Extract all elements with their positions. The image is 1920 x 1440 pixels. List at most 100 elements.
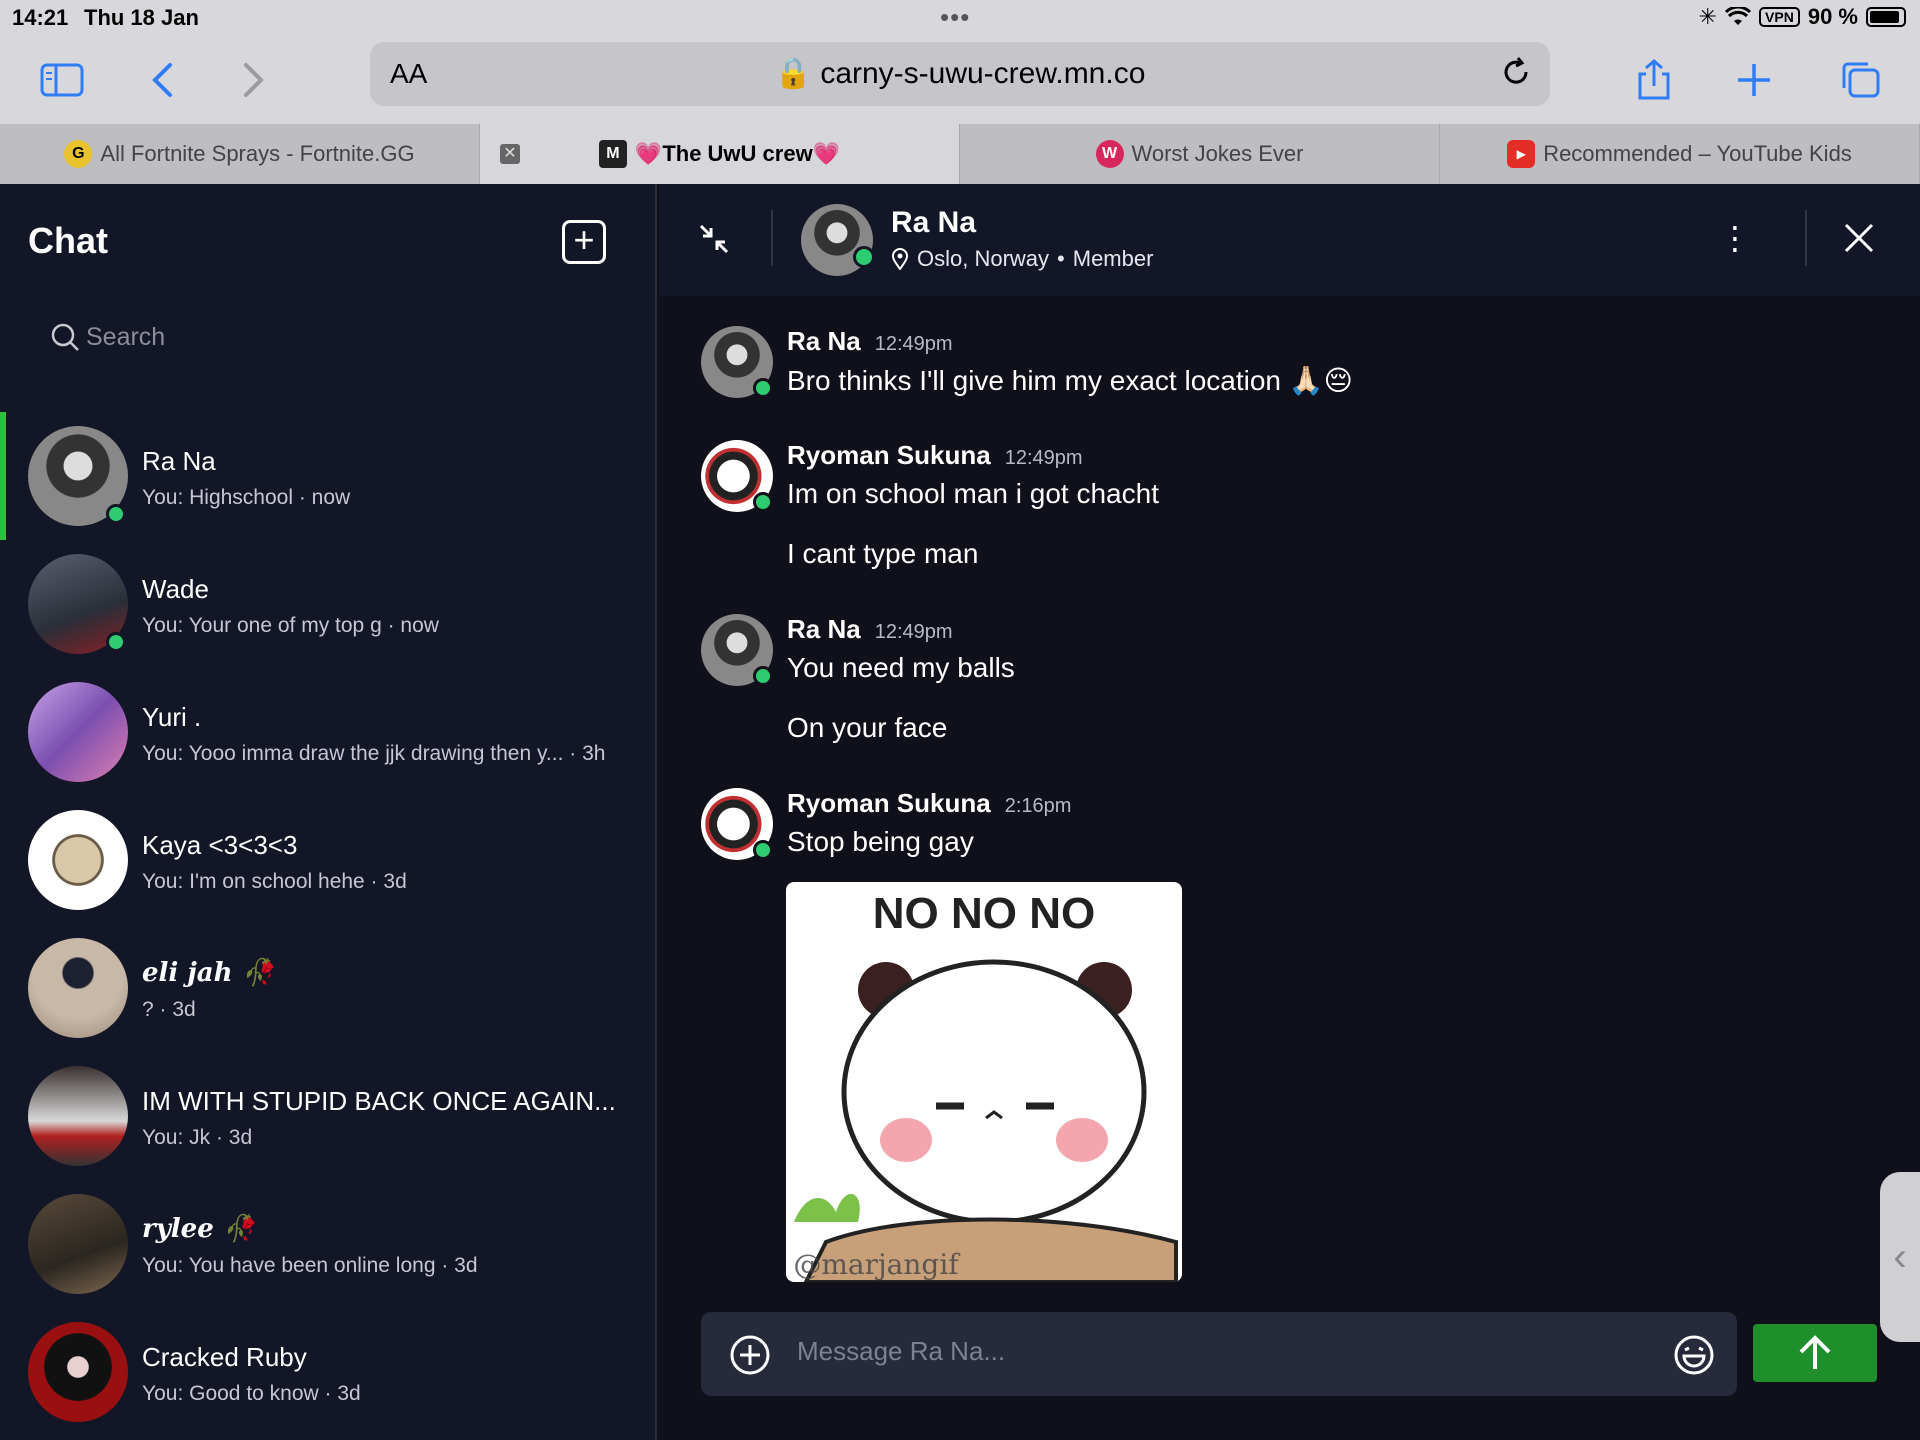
avatar	[28, 938, 128, 1038]
send-button[interactable]	[1753, 1324, 1877, 1382]
conversation-preview: You: Your one of my top g · now	[142, 614, 439, 637]
tab-youtube-kids[interactable]: ▶ Recommended – YouTube Kids	[1440, 124, 1920, 184]
new-chat-button[interactable]: +	[562, 220, 606, 264]
chat-sidebar: Chat + Search Ra Na You: Highschool · no…	[0, 184, 657, 1440]
conversation-name: Ra Na	[142, 446, 216, 476]
avatar	[28, 810, 128, 910]
message-text: Im on school man i got chacht	[787, 478, 1159, 509]
conversation-name: Kaya <3<3<3	[142, 830, 298, 860]
youtube-icon: ▶	[1507, 140, 1536, 168]
tab-fortnite[interactable]: G All Fortnite Sprays - Fortnite.GG	[0, 124, 480, 184]
message-text: You need my balls	[787, 652, 1015, 683]
search-placeholder: Search	[86, 322, 166, 351]
sidebar-toggle-icon[interactable]	[36, 54, 88, 106]
share-icon[interactable]	[1628, 54, 1680, 106]
conversation-preview: You: Good to know · 3d	[142, 1382, 361, 1405]
status-date: Thu 18 Jan	[84, 5, 199, 30]
message-time: 12:49pm	[1004, 447, 1083, 469]
chat-partner-name[interactable]: Ra Na	[891, 206, 976, 240]
conversation-item[interactable]: Yuri . You: Yooo imma draw the jjk drawi…	[0, 668, 655, 796]
emoji-icon[interactable]	[1673, 1334, 1715, 1381]
back-icon[interactable]	[136, 54, 188, 106]
online-indicator	[853, 246, 875, 268]
message-input[interactable]: Message Ra Na...	[797, 1336, 1005, 1367]
conversation-list: Ra Na You: Highschool · now Wade You: Yo…	[0, 412, 655, 1436]
message-author[interactable]: Ryoman Sukuna 2:16pm	[787, 788, 1071, 819]
conversation-item[interactable]: Wade You: Your one of my top g · now	[0, 540, 655, 668]
message-text: I cant type man	[787, 538, 979, 569]
message-time: 12:49pm	[874, 621, 953, 643]
online-indicator	[753, 378, 773, 398]
conversation-name: IM WITH STUPID BACK ONCE AGAIN...	[142, 1086, 616, 1116]
url-text[interactable]: 🔒 carny-s-uwu-crew.mn.co	[370, 56, 1550, 91]
forward-icon[interactable]	[228, 54, 280, 106]
message-author[interactable]: Ra Na 12:49pm	[787, 326, 953, 357]
search-icon	[51, 323, 79, 351]
conversation-item[interactable]: Kaya <3<3<3 You: I'm on school hehe · 3d	[0, 796, 655, 924]
conversation-item[interactable]: rylee 🥀 You: You have been online long ·…	[0, 1180, 655, 1308]
gg-icon: G	[64, 140, 93, 168]
location-pin-icon	[891, 248, 909, 270]
close-icon[interactable]	[1843, 222, 1875, 259]
conversation-item[interactable]: Cracked Ruby You: Good to know · 3d	[0, 1308, 655, 1436]
author-name: Ra Na	[787, 326, 861, 356]
message-composer[interactable]: Message Ra Na...	[701, 1312, 1737, 1396]
online-indicator	[106, 632, 126, 652]
message-time: 12:49pm	[874, 333, 953, 355]
w-icon: W	[1095, 140, 1124, 168]
sidebar-title: Chat	[28, 220, 108, 261]
add-attachment-icon[interactable]	[729, 1334, 771, 1381]
header-divider	[1805, 210, 1807, 266]
lock-icon: 🔒	[774, 57, 812, 90]
conversation-preview: You: I'm on school hehe · 3d	[142, 870, 407, 893]
tabs-overview-icon[interactable]	[1834, 54, 1886, 106]
location-text: Oslo, Norway	[917, 246, 1050, 271]
vpn-badge: VPN	[1759, 7, 1800, 27]
message-time: 2:16pm	[1004, 795, 1072, 817]
reload-icon[interactable]	[1500, 56, 1532, 93]
gif-watermark: @marjangif	[793, 1248, 961, 1281]
tab-label: All Fortnite Sprays - Fortnite.GG	[100, 141, 415, 166]
chat-pane: Ra Na Oslo, Norway • Member ⋮ Ra Na 12:49…	[659, 184, 1920, 1440]
tab-label: Worst Jokes Ever	[1131, 141, 1304, 166]
activity-icon: ✳	[1698, 4, 1718, 29]
conversation-item[interactable]: eli jah 🥀 ? · 3d	[0, 924, 655, 1052]
wifi-icon	[1725, 7, 1752, 25]
new-tab-icon[interactable]	[1728, 54, 1780, 106]
conversation-preview: You: You have been online long · 3d	[142, 1254, 478, 1277]
search-input[interactable]: Search	[50, 322, 165, 352]
chat-header: Ra Na Oslo, Norway • Member ⋮	[659, 184, 1920, 296]
more-options-icon[interactable]: ⋮	[1719, 222, 1751, 254]
message-text: Stop being gay	[787, 826, 974, 857]
conversation-name: Wade	[142, 574, 209, 604]
message-text: On your face	[787, 712, 948, 743]
gif-attachment[interactable]: NO NO NO @marjangif	[786, 882, 1182, 1282]
message-author[interactable]: Ryoman Sukuna 12:49pm	[787, 440, 1083, 471]
minimize-icon[interactable]	[697, 222, 731, 261]
avatar	[28, 1322, 128, 1422]
avatar	[28, 1194, 128, 1294]
arrow-up-icon	[1799, 1335, 1831, 1369]
avatar	[28, 1066, 128, 1166]
side-panel-handle-icon[interactable]: ‹	[1880, 1172, 1920, 1342]
mighty-icon: M	[598, 140, 627, 168]
message-text: Bro thinks I'll give him my exact locati…	[787, 365, 1353, 396]
conversation-item[interactable]: IM WITH STUPID BACK ONCE AGAIN... You: J…	[0, 1052, 655, 1180]
gif-top-text: NO NO NO	[873, 889, 1095, 938]
avatar	[28, 682, 128, 782]
close-tab-icon[interactable]: ✕	[500, 144, 520, 164]
author-name: Ryoman Sukuna	[787, 788, 991, 818]
message-author[interactable]: Ra Na 12:49pm	[787, 614, 953, 645]
online-indicator	[753, 666, 773, 686]
tab-worst-jokes[interactable]: W Worst Jokes Ever	[960, 124, 1440, 184]
battery-percent: 90 %	[1807, 4, 1858, 29]
tab-bar: G All Fortnite Sprays - Fortnite.GG ✕ M …	[0, 124, 1920, 184]
conversation-preview: You: Jk · 3d	[142, 1126, 253, 1149]
battery-icon	[1866, 7, 1906, 27]
tab-uwu-crew[interactable]: ✕ M 💗The UwU crew💗	[480, 124, 960, 184]
conversation-item[interactable]: Ra Na You: Highschool · now	[0, 412, 655, 540]
header-divider	[771, 210, 773, 266]
chat-partner-meta: Oslo, Norway • Member	[891, 246, 1153, 272]
address-bar[interactable]: AA 🔒 carny-s-uwu-crew.mn.co	[370, 42, 1550, 106]
multitasking-dots-icon[interactable]: •••	[940, 2, 970, 33]
